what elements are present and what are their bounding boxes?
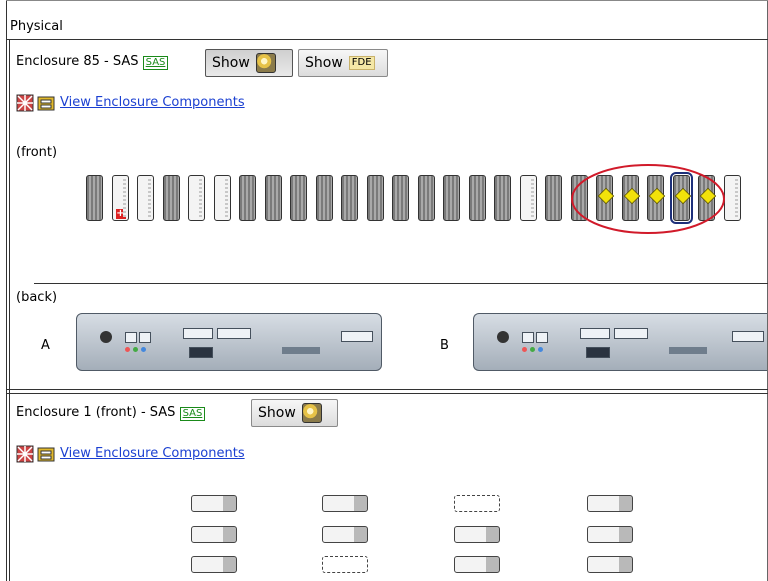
selection-highlight-ring [571,164,725,234]
enclosure1-show-button[interactable]: Show [251,399,338,427]
sas-port-icon [614,328,648,339]
slot-icon [669,347,707,354]
drive-slot[interactable] [587,556,633,573]
drive-slot[interactable] [191,495,237,512]
drive-slot[interactable] [587,495,633,512]
drive-slot[interactable] [86,175,103,221]
empty-drive-slot[interactable] [322,556,368,573]
enclosure85-header: Enclosure 85 - SAS SAS [16,54,169,70]
components-icon [37,447,55,462]
drive-slot[interactable] [454,556,500,573]
usb-port-icon [341,331,373,342]
drive-slot[interactable] [137,175,154,221]
show-button[interactable]: Show [205,49,293,77]
slot-icon [282,347,320,354]
drive-slot[interactable]: + [111,175,129,221]
status-led [530,347,535,352]
drive-slot[interactable] [587,526,633,543]
enclosure1-header: Enclosure 1 (front) - SAS SAS [16,405,206,421]
enclosure1-title: Enclosure 1 (front) - SAS [16,405,176,420]
front-label: (front) [16,145,58,160]
power-knob-icon [497,331,509,343]
controller-a[interactable] [76,313,382,371]
physical-panel: Physical Enclosure 85 - SAS SAS Show Sho… [6,0,768,581]
fault-icon: + [115,208,126,219]
sas-port-icon [183,328,213,339]
display-icon [189,347,213,358]
drive-slot[interactable] [191,556,237,573]
disk-icon [255,53,276,73]
sas-port-icon [217,328,251,339]
drive-slot[interactable] [392,175,409,221]
components-icon [37,96,55,111]
usb-port-icon [732,331,764,342]
enclosure1-view-components-link[interactable]: View Enclosure Components [60,446,245,461]
eth-port-icon [139,332,151,343]
drive-slot[interactable] [341,175,358,221]
drive-slot[interactable] [264,175,282,221]
drive-slot[interactable] [468,175,486,221]
panel-left-border-inner [9,40,10,581]
drive-slot[interactable] [239,175,256,221]
eth-port-icon [536,332,548,343]
panel-title-divider [6,39,768,40]
drive-slot[interactable] [366,175,384,221]
section-divider [6,393,768,394]
status-led [133,347,138,352]
drive-slot[interactable] [454,526,500,543]
eth-port-icon [125,332,137,343]
status-led [538,347,543,352]
show-fde-button[interactable]: Show FDE [298,49,388,77]
sas-badge: SAS [142,56,169,70]
show-fde-button-label: Show [305,55,343,71]
front-back-divider [34,283,768,284]
drive-slot[interactable] [417,175,435,221]
sas-badge: SAS [179,407,206,421]
drive-slot[interactable] [191,526,237,543]
drive-slot[interactable] [213,175,231,221]
drive-slot[interactable] [322,495,368,512]
enclosure85-title: Enclosure 85 - SAS [16,54,139,69]
section-divider [6,389,768,390]
drive-slot[interactable] [188,175,205,221]
drive-slot[interactable] [290,175,307,221]
empty-drive-slot[interactable] [454,495,500,512]
drive-slot[interactable] [494,175,511,221]
enclosure1-show-button-label: Show [258,405,296,421]
fde-badge: FDE [348,56,375,70]
controller-a-label: A [41,338,50,353]
drive-slot[interactable] [322,526,368,543]
show-button-label: Show [212,55,250,71]
drive-slot[interactable] [519,175,537,221]
power-knob-icon [100,331,112,343]
view-enclosure-components-link[interactable]: View Enclosure Components [60,95,245,110]
status-led [141,347,146,352]
eth-port-icon [522,332,534,343]
display-icon [586,347,610,358]
drive-slot[interactable] [443,175,460,221]
sas-port-icon [580,328,610,339]
controller-b-label: B [440,338,449,353]
drive-slot[interactable] [315,175,333,221]
controller-b[interactable] [473,313,767,371]
enclosure-grid-icon [16,94,34,112]
status-led [125,347,130,352]
drive-slot[interactable] [162,175,180,221]
panel-top-border [6,0,768,1]
panel-title: Physical [10,19,63,34]
disk-icon [301,403,322,423]
drive-slot[interactable] [545,175,562,221]
status-led [522,347,527,352]
panel-left-border [6,0,7,581]
back-label: (back) [16,290,58,305]
enclosure-grid-icon [16,445,34,463]
